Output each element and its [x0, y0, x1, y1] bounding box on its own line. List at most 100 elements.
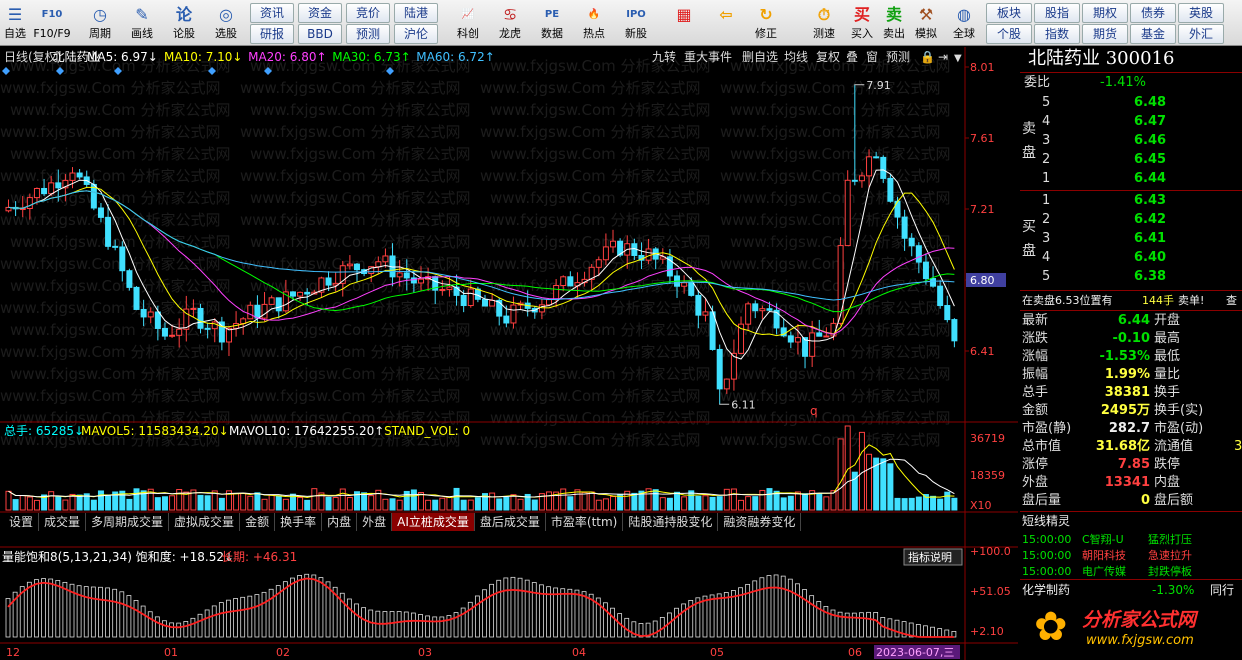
toolbar-simulate-hammer-button[interactable]: ⚒ 模拟 — [906, 2, 946, 44]
toolbar-small-button[interactable]: 陆港 — [394, 3, 438, 23]
toolbar-hotspot-button[interactable]: 🔥 热点 — [574, 2, 614, 44]
chart-top-tab[interactable]: 窗 — [866, 50, 878, 64]
toolbar-small-button[interactable]: 股指 — [1034, 3, 1080, 23]
toolbar-small-button[interactable]: 预测 — [346, 24, 390, 44]
volume-bar — [26, 496, 33, 511]
bid-price[interactable]: 6.41 — [1134, 230, 1166, 248]
toolbar-period-clock-button[interactable]: ◷ 周期 — [80, 2, 120, 44]
event-diamond-icon[interactable] — [2, 67, 10, 75]
indicator-tab[interactable]: 外盘 — [357, 513, 393, 531]
volume-bar — [410, 489, 417, 511]
volume-bar — [588, 491, 595, 511]
indicator-tab[interactable]: 换手率 — [275, 513, 323, 531]
toolbar-small-button[interactable]: 基金 — [1130, 24, 1176, 44]
chart-top-tab[interactable]: 叠 — [846, 50, 858, 64]
bid-price[interactable]: 6.40 — [1134, 249, 1166, 267]
bid-price[interactable]: 6.38 — [1134, 268, 1166, 286]
chart-top-tab[interactable]: 均线 — [784, 50, 808, 64]
wei-bi-value: -1.41% — [1100, 75, 1146, 90]
candle-body — [382, 255, 389, 263]
toolbar-small-button[interactable]: 竞价 — [346, 3, 390, 23]
toolbar-small-button[interactable]: 研报 — [250, 24, 294, 44]
candle-body — [823, 335, 830, 338]
toolbar-small-button[interactable]: 外汇 — [1178, 24, 1224, 44]
indicator-tab[interactable]: 市盈率(ttm) — [546, 513, 624, 531]
indicator-tab[interactable]: 盘后成交量 — [475, 513, 546, 531]
kline-chart-area[interactable]: www.fxjgsw.Com 分析家公式网 www.fxjgsw.Com 分析家公… — [0, 47, 1018, 660]
sell-icon: 卖 — [885, 5, 902, 24]
toolbar-small-button[interactable]: 指数 — [1034, 24, 1080, 44]
toolbar-adjust-button[interactable]: ↻ 修正 — [746, 2, 786, 44]
toolbar-small-button[interactable]: 期权 — [1082, 3, 1128, 23]
toolbar-small-button[interactable]: BBD — [298, 24, 342, 44]
toolbar-ipo-button[interactable]: IPO 新股 — [616, 2, 656, 44]
toolbar-back-arrow-button[interactable]: ⇦ — [706, 2, 746, 44]
toolbar-f10-button[interactable]: F10 F10/F9 — [32, 2, 72, 44]
chart-top-tab[interactable]: 重大事件 — [684, 50, 732, 64]
toolbar-label: 新股 — [625, 27, 647, 40]
chart-top-tab[interactable]: 删自选 — [742, 50, 778, 64]
indicator-bar — [702, 595, 708, 638]
indicator-tab[interactable]: 多周期成交量 — [86, 513, 170, 531]
indicator-bar — [112, 588, 118, 638]
toolbar-small-button[interactable]: 板块 — [986, 3, 1032, 23]
toolbar-small-button[interactable]: 期货 — [1082, 24, 1128, 44]
volume-bar — [794, 491, 801, 511]
toolbar-label: 测速 — [813, 27, 835, 40]
indicator-tab[interactable]: 设置 — [4, 513, 40, 531]
indicator-tab[interactable]: AI立桩成交量 — [392, 513, 475, 531]
ask-price[interactable]: 6.44 — [1134, 170, 1166, 188]
ask-price[interactable]: 6.47 — [1134, 113, 1166, 131]
sector-peers[interactable]: 同行 — [1210, 581, 1234, 599]
chevron-down-icon[interactable]: ▼ — [954, 53, 962, 64]
ask-price[interactable]: 6.46 — [1134, 132, 1166, 150]
sector-name[interactable]: 化学制药 — [1022, 581, 1070, 599]
globe-icon: ◍ — [957, 5, 971, 24]
toolbar-discuss-button[interactable]: 论论股 — [164, 2, 204, 44]
indicator-tab[interactable]: 内盘 — [322, 513, 358, 531]
indicator-tab[interactable]: 虚拟成交量 — [169, 513, 241, 531]
stat-label-2: 最低 — [1154, 349, 1181, 364]
volume-bar — [254, 492, 261, 511]
indicator-bar — [325, 581, 331, 638]
chart-top-tab[interactable]: 预测 — [886, 50, 910, 64]
spirit-title[interactable]: 短线精灵 — [1022, 512, 1070, 530]
simulate-hammer-icon: ⚒ — [918, 5, 934, 24]
toolbar-small-button[interactable]: 个股 — [986, 24, 1032, 44]
toolbar-data-pe-button[interactable]: PE 数据 — [532, 2, 572, 44]
panel-toggle-icon[interactable]: ⇥ — [938, 50, 948, 64]
indicator-tab[interactable]: 陆股通持股变化 — [623, 513, 719, 531]
indicator-bar — [510, 576, 516, 638]
bid-price[interactable]: 6.43 — [1134, 192, 1166, 210]
event-q-marker[interactable]: q — [810, 404, 818, 418]
bid-price[interactable]: 6.42 — [1134, 211, 1166, 229]
indicator-tab[interactable]: 成交量 — [39, 513, 87, 531]
toolbar-small-button[interactable]: 沪伦 — [394, 24, 438, 44]
toolbar-stock-picker-button[interactable]: ◎ 选股 — [206, 2, 246, 44]
toolbar-color-grid-button[interactable]: ▦ — [664, 2, 704, 44]
toolbar-draw-line-button[interactable]: ✎ 画线 — [122, 2, 162, 44]
toolbar-small-button[interactable]: 英股 — [1178, 3, 1224, 23]
candle-body — [261, 303, 268, 319]
toolbar-small-button[interactable]: 资金 — [298, 3, 342, 23]
volume-bar — [866, 453, 873, 511]
stat-label-2: 内盘 — [1154, 475, 1181, 490]
chart-top-tab[interactable]: 复权 — [816, 50, 840, 64]
indicator-tab[interactable]: 融资融券变化 — [718, 513, 802, 531]
toolbar-small-button[interactable]: 资讯 — [250, 3, 294, 23]
toolbar-small-button[interactable]: 债券 — [1130, 3, 1176, 23]
toolbar-dragon-tiger-button[interactable]: ♋ 龙虎 — [490, 2, 530, 44]
toolbar-speed-test-button[interactable]: ⏱ 测速 — [804, 2, 844, 44]
toolbar-star-market-button[interactable]: 📈 科创 — [448, 2, 488, 44]
ask-price[interactable]: 6.45 — [1134, 151, 1166, 169]
toolbar-label: 周期 — [89, 27, 111, 40]
chart-top-tab[interactable]: 九转 — [652, 49, 676, 64]
ask-price[interactable]: 6.48 — [1134, 94, 1166, 112]
kline-chart-svg[interactable]: www.fxjgsw.Com 分析家公式网 www.fxjgsw.Com 分析家公… — [0, 47, 1018, 660]
order-notice-more[interactable]: 查 — [1226, 292, 1237, 310]
toolbar-globe-button[interactable]: ◍ 全球 — [944, 2, 984, 44]
toolbar-watchlist-button[interactable]: ☰ 自选 — [0, 2, 30, 44]
indicator-tab[interactable]: 金额 — [240, 513, 276, 531]
candle-body — [204, 327, 211, 330]
lock-icon[interactable]: 🔒 — [920, 50, 935, 64]
